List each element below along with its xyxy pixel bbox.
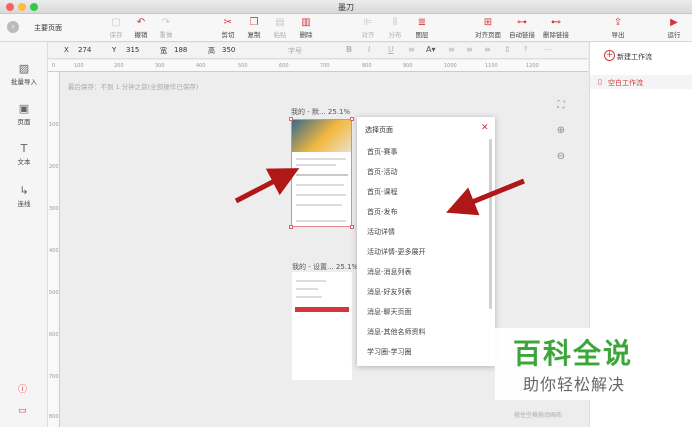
watermark-subtitle: 助你轻松解决 — [523, 375, 626, 394]
annotation-arrow-left — [234, 168, 300, 204]
annotation-arrow-right — [446, 178, 525, 216]
watermark: 百科全说 助你轻松解决 — [495, 328, 685, 400]
watermark-title: 百科全说 — [513, 337, 634, 370]
